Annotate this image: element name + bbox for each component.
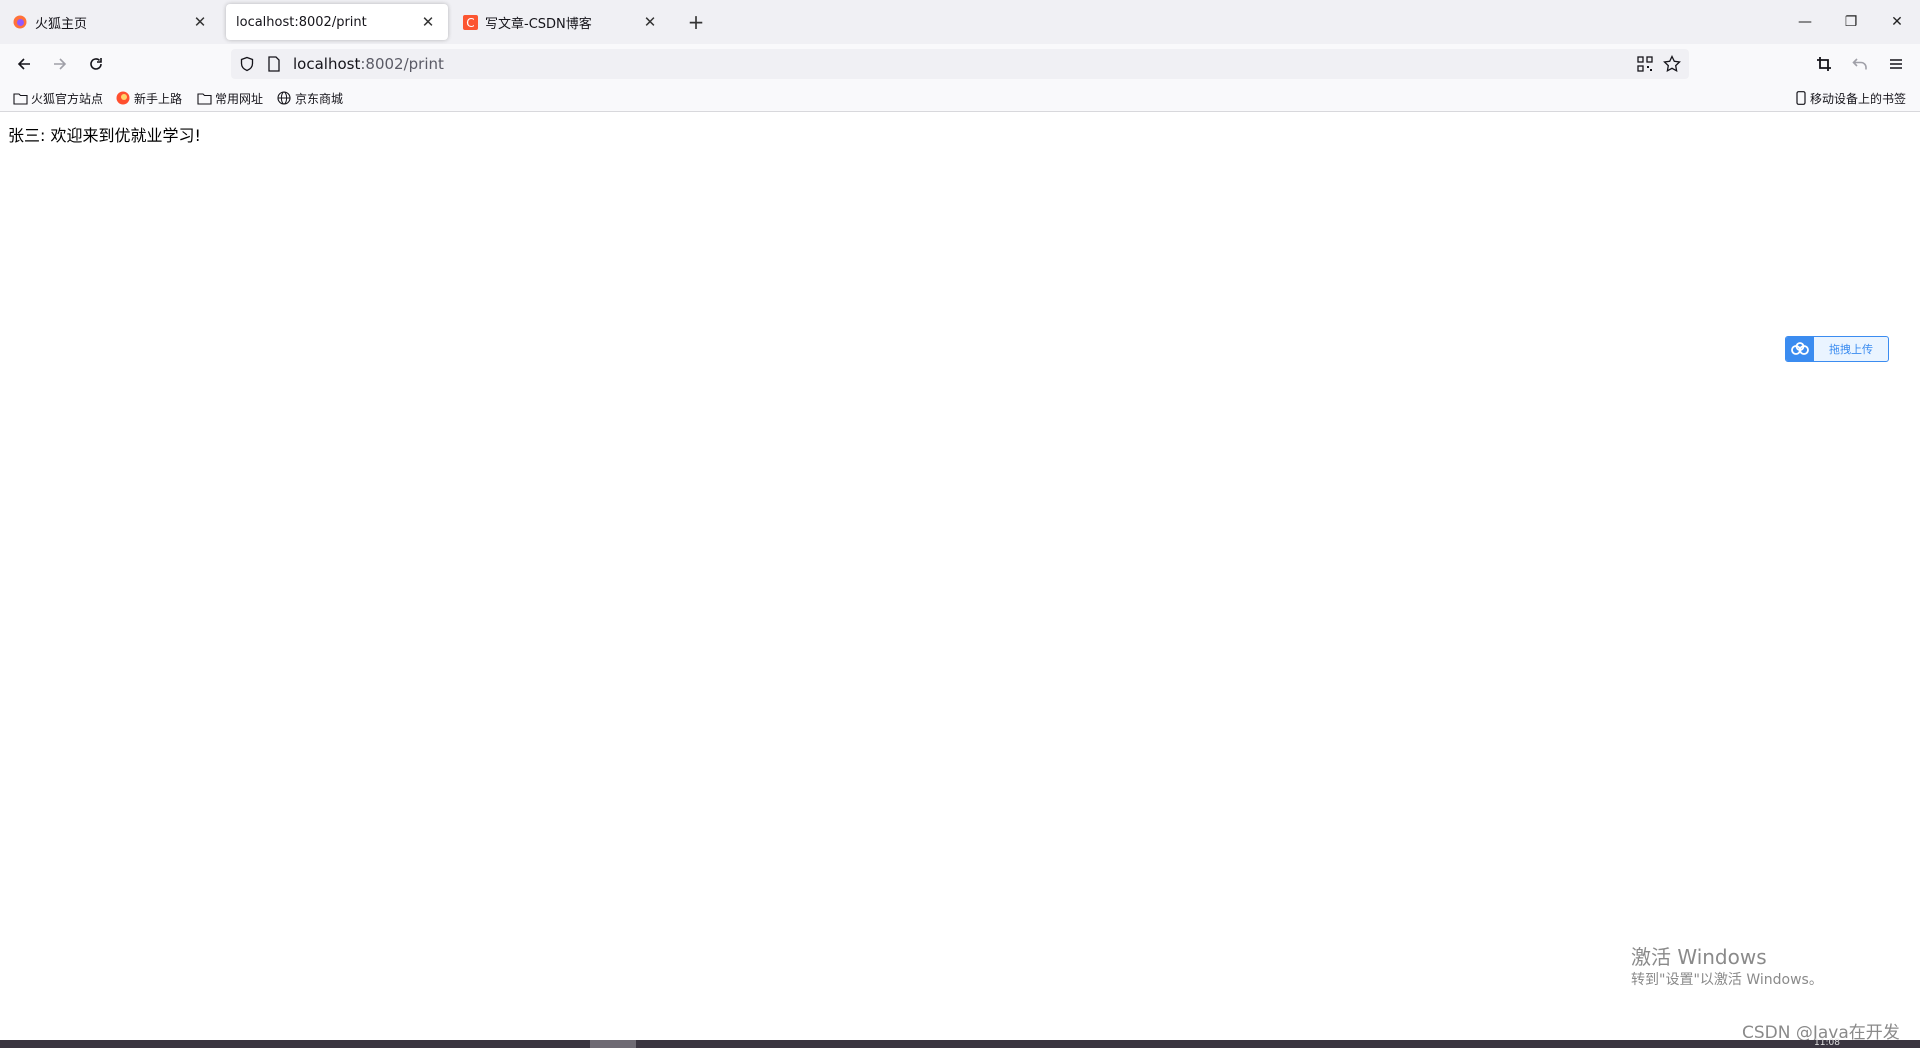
baidu-cloud-icon <box>1786 337 1814 361</box>
bookmark-label: 常用网址 <box>215 91 264 106</box>
bookmark-firefox-official[interactable]: 火狐官方站点 <box>12 89 103 107</box>
minimize-button[interactable]: — <box>1782 0 1828 44</box>
reload-button[interactable] <box>82 50 110 78</box>
close-tab-icon[interactable]: ✕ <box>190 12 210 32</box>
hamburger-menu-icon <box>1890 59 1902 69</box>
svg-text:C: C <box>466 16 474 30</box>
taskbar-app-indicator[interactable] <box>590 1040 636 1048</box>
tab-label: 写文章-CSDN博客 <box>485 16 592 32</box>
tab-csdn[interactable]: C 写文章-CSDN博客 ✕ <box>452 4 670 40</box>
back-arrow-icon <box>17 58 30 70</box>
mobile-device-icon <box>1795 90 1807 106</box>
bookmark-jd-mall[interactable]: 京东商城 <box>276 89 343 107</box>
folder-icon <box>196 90 212 106</box>
close-window-button[interactable]: ✕ <box>1874 0 1920 44</box>
bookmark-common-sites[interactable]: 常用网址 <box>196 89 263 107</box>
url-host: localhost <box>293 55 361 73</box>
bookmark-label: 京东商城 <box>295 91 344 106</box>
crop-icon <box>1817 57 1831 71</box>
page-icon[interactable] <box>267 56 281 72</box>
upload-label: 拖拽上传 <box>1829 343 1873 356</box>
taskbar-clock: 11:08 <box>1814 1038 1840 1048</box>
star-bookmark-icon[interactable] <box>1663 55 1681 73</box>
bookmark-mobile[interactable]: 移动设备上的书签 <box>1795 89 1906 107</box>
menu-button[interactable] <box>1882 50 1910 78</box>
greeting-text: 张三: 欢迎来到优就业学习! <box>8 126 201 145</box>
firefox-icon <box>12 14 28 30</box>
undo-icon <box>1852 58 1867 70</box>
forward-button[interactable] <box>46 50 74 78</box>
bookmark-label: 移动设备上的书签 <box>1810 91 1907 106</box>
tab-label: localhost:8002/print <box>236 14 367 30</box>
drag-upload-widget[interactable]: 拖拽上传 <box>1785 336 1889 362</box>
page-content: 张三: 欢迎来到优就业学习! 拖拽上传 激活 Windows 转到"设置"以激活… <box>0 112 1920 1043</box>
bookmark-getting-started[interactable]: 新手上路 <box>115 89 182 107</box>
shield-icon[interactable] <box>239 56 255 72</box>
reload-icon <box>90 58 102 70</box>
bookmarks-toolbar: 火狐官方站点 新手上路 常用网址 京东商城 移动设备上的书签 <box>0 84 1920 112</box>
new-tab-button[interactable]: + <box>684 10 708 34</box>
folder-icon <box>12 90 28 106</box>
bookmark-label: 火狐官方站点 <box>31 91 104 106</box>
close-tab-icon[interactable]: ✕ <box>418 12 438 32</box>
back-button[interactable] <box>10 50 38 78</box>
tab-label: 火狐主页 <box>35 16 88 32</box>
globe-icon <box>276 90 292 106</box>
navigation-toolbar: localhost:8002/print <box>0 44 1920 84</box>
url-text[interactable]: localhost:8002/print <box>293 49 444 79</box>
restore-button[interactable]: ❐ <box>1828 0 1874 44</box>
taskbar: 11:08 <box>0 1038 1920 1048</box>
tab-strip: 火狐主页 ✕ localhost:8002/print ✕ C 写文章-CSDN… <box>0 0 1920 44</box>
activation-title: 激活 Windows <box>1631 945 1767 969</box>
qr-code-icon[interactable] <box>1637 56 1653 72</box>
tab-localhost[interactable]: localhost:8002/print ✕ <box>226 4 448 40</box>
activation-subtitle: 转到"设置"以激活 Windows。 <box>1631 972 1823 988</box>
csdn-icon: C <box>462 14 478 30</box>
bookmark-label: 新手上路 <box>134 91 183 106</box>
address-bar[interactable]: localhost:8002/print <box>231 49 1689 79</box>
undo-close-button[interactable] <box>1846 50 1874 78</box>
close-tab-icon[interactable]: ✕ <box>640 12 660 32</box>
windows-activation-notice: 激活 Windows 转到"设置"以激活 Windows。 <box>1631 944 1823 990</box>
screenshot-button[interactable] <box>1810 50 1838 78</box>
firefox-icon <box>115 90 131 106</box>
forward-arrow-icon <box>54 58 67 70</box>
tab-firefox-home[interactable]: 火狐主页 ✕ <box>2 4 220 40</box>
url-path: :8002/print <box>360 55 444 73</box>
